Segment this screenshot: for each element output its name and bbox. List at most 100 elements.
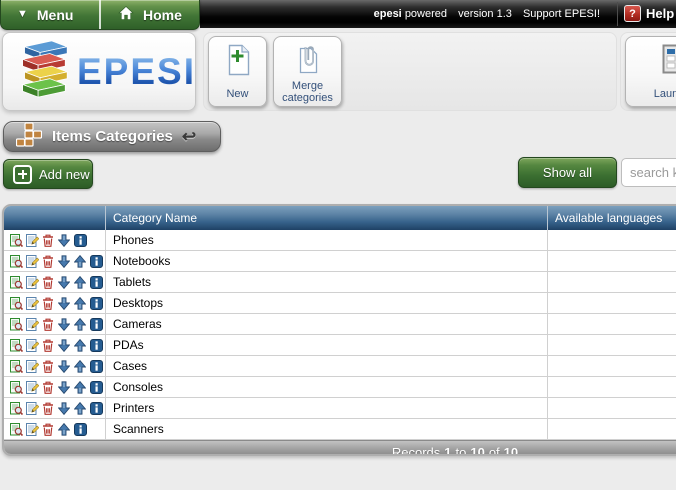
support-link[interactable]: Support EPESI!	[523, 8, 600, 20]
help-button[interactable]: ? Help	[624, 5, 674, 22]
info-icon[interactable]	[73, 233, 87, 247]
delete-icon[interactable]	[41, 380, 55, 394]
edit-icon[interactable]	[25, 338, 39, 352]
records-footer: Records 1 to 10 of 10	[4, 440, 676, 456]
move-up-icon[interactable]	[73, 317, 87, 331]
edit-icon[interactable]	[25, 359, 39, 373]
category-name-cell: Cameras	[105, 314, 547, 334]
delete-icon[interactable]	[41, 254, 55, 268]
info-icon[interactable]	[89, 359, 103, 373]
view-icon[interactable]	[9, 275, 23, 289]
move-up-icon[interactable]	[73, 254, 87, 268]
new-button[interactable]: New	[208, 36, 267, 107]
info-icon[interactable]	[89, 401, 103, 415]
show-all-button[interactable]: Show all	[518, 157, 617, 188]
info-icon[interactable]	[89, 275, 103, 289]
delete-icon[interactable]	[41, 233, 55, 247]
delete-icon[interactable]	[41, 359, 55, 373]
move-up-icon[interactable]	[57, 422, 71, 436]
records-total: 10	[504, 445, 518, 456]
move-down-icon[interactable]	[57, 401, 71, 415]
view-icon[interactable]	[9, 380, 23, 394]
logo-panel: EPESI	[2, 32, 196, 111]
records-of-word: of	[489, 445, 500, 456]
home-button[interactable]: Home	[102, 0, 199, 29]
move-down-icon[interactable]	[57, 296, 71, 310]
nav-divider	[99, 0, 101, 29]
info-icon[interactable]	[73, 422, 87, 436]
category-name-cell: PDAs	[105, 335, 547, 355]
edit-icon[interactable]	[25, 275, 39, 289]
move-down-icon[interactable]	[57, 233, 71, 247]
records-to: 10	[470, 445, 484, 456]
delete-icon[interactable]	[41, 422, 55, 436]
records-word: Records	[392, 445, 440, 456]
return-arrow-icon: ↩	[182, 128, 196, 145]
categories-blocks-icon	[16, 122, 42, 151]
move-up-icon[interactable]	[73, 296, 87, 310]
view-icon[interactable]	[9, 233, 23, 247]
edit-icon[interactable]	[25, 233, 39, 247]
view-icon[interactable]	[9, 254, 23, 268]
move-down-icon[interactable]	[57, 275, 71, 289]
table-row: Consoles	[4, 377, 676, 398]
move-up-icon[interactable]	[73, 401, 87, 415]
category-column-header[interactable]: Category Name	[105, 206, 547, 230]
row-actions	[4, 230, 105, 250]
info-icon[interactable]	[89, 296, 103, 310]
info-icon[interactable]	[89, 254, 103, 268]
edit-icon[interactable]	[25, 254, 39, 268]
info-icon[interactable]	[89, 338, 103, 352]
move-down-icon[interactable]	[57, 380, 71, 394]
edit-icon[interactable]	[25, 422, 39, 436]
info-icon[interactable]	[89, 317, 103, 331]
add-new-button[interactable]: Add new	[3, 159, 93, 189]
home-icon	[118, 6, 134, 23]
delete-icon[interactable]	[41, 401, 55, 415]
delete-icon[interactable]	[41, 338, 55, 352]
languages-cell	[547, 335, 676, 355]
move-up-icon[interactable]	[73, 275, 87, 289]
menu-button[interactable]: ▼ Menu	[1, 0, 98, 29]
edit-icon[interactable]	[25, 296, 39, 310]
languages-cell	[547, 272, 676, 292]
move-down-icon[interactable]	[57, 254, 71, 268]
edit-icon[interactable]	[25, 317, 39, 331]
move-down-icon[interactable]	[57, 317, 71, 331]
delete-icon[interactable]	[41, 317, 55, 331]
table-row: Printers	[4, 398, 676, 419]
row-actions	[4, 251, 105, 271]
move-down-icon[interactable]	[57, 338, 71, 352]
help-divider	[617, 2, 618, 26]
row-actions	[4, 356, 105, 376]
languages-column-header[interactable]: Available languages	[547, 206, 676, 230]
powered-text: epesi powered version 1.3 Support EPESI!	[330, 8, 600, 20]
table-row: Tablets	[4, 272, 676, 293]
launchpad-button[interactable]: Launchpad	[625, 36, 676, 107]
menu-label: Menu	[37, 7, 74, 23]
view-icon[interactable]	[9, 296, 23, 310]
row-actions	[4, 272, 105, 292]
edit-icon[interactable]	[25, 401, 39, 415]
info-icon[interactable]	[89, 380, 103, 394]
view-icon[interactable]	[9, 359, 23, 373]
view-icon[interactable]	[9, 401, 23, 415]
move-down-icon[interactable]	[57, 359, 71, 373]
view-icon[interactable]	[9, 317, 23, 331]
page-title-bar[interactable]: Items Categories ↩	[3, 121, 221, 152]
edit-icon[interactable]	[25, 380, 39, 394]
move-up-icon[interactable]	[73, 359, 87, 373]
top-nav: ▼ Menu Home	[0, 0, 200, 30]
table-row: Phones	[4, 230, 676, 251]
move-up-icon[interactable]	[73, 380, 87, 394]
help-label: Help	[646, 6, 674, 21]
search-input[interactable]	[621, 158, 676, 187]
delete-icon[interactable]	[41, 296, 55, 310]
merge-categories-button[interactable]: Merge categories	[273, 36, 342, 107]
move-up-icon[interactable]	[73, 338, 87, 352]
category-name-cell: Phones	[105, 230, 547, 250]
category-name-cell: Printers	[105, 398, 547, 418]
delete-icon[interactable]	[41, 275, 55, 289]
view-icon[interactable]	[9, 422, 23, 436]
view-icon[interactable]	[9, 338, 23, 352]
